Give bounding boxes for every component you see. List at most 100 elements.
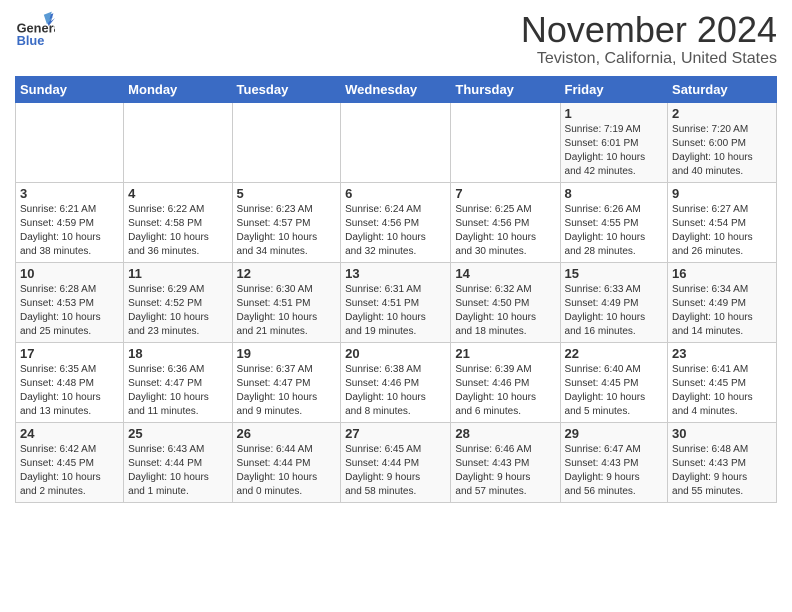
weekday-header-thursday: Thursday <box>451 76 560 102</box>
day-info: Sunrise: 6:28 AM Sunset: 4:53 PM Dayligh… <box>20 283 119 339</box>
logo: General Blue <box>15 10 55 50</box>
day-number: 29 <box>565 426 664 441</box>
day-cell <box>451 102 560 182</box>
day-number: 28 <box>455 426 555 441</box>
day-number: 16 <box>672 266 772 281</box>
day-info: Sunrise: 6:29 AM Sunset: 4:52 PM Dayligh… <box>128 283 227 339</box>
day-cell: 16 Sunrise: 6:34 AM Sunset: 4:49 PM Dayli… <box>668 262 777 342</box>
header: General Blue November 2024 Teviston, Cal… <box>15 10 777 68</box>
day-cell: 30Sunrise: 6:48 AM Sunset: 4:43 PM Dayli… <box>668 422 777 502</box>
day-info: Sunrise: 6:23 AM Sunset: 4:57 PM Dayligh… <box>237 203 337 259</box>
day-cell: 21 Sunrise: 6:39 AM Sunset: 4:46 PM Dayli… <box>451 342 560 422</box>
day-number: 4 <box>128 186 227 201</box>
day-info: Sunrise: 6:46 AM Sunset: 4:43 PM Dayligh… <box>455 443 555 499</box>
location: Teviston, California, United States <box>521 50 777 68</box>
day-info: Sunrise: 6:47 AM Sunset: 4:43 PM Dayligh… <box>565 443 664 499</box>
day-cell: 2 Sunrise: 7:20 AM Sunset: 6:00 PM Daylig… <box>668 102 777 182</box>
title-section: November 2024 Teviston, California, Unit… <box>521 10 777 68</box>
day-cell: 24Sunrise: 6:42 AM Sunset: 4:45 PM Dayli… <box>16 422 124 502</box>
day-info: Sunrise: 6:38 AM Sunset: 4:46 PM Dayligh… <box>345 363 446 419</box>
day-number: 21 <box>455 346 555 361</box>
day-cell: 26Sunrise: 6:44 AM Sunset: 4:44 PM Dayli… <box>232 422 341 502</box>
svg-text:Blue: Blue <box>17 33 45 48</box>
day-info: Sunrise: 7:20 AM Sunset: 6:00 PM Dayligh… <box>672 123 772 179</box>
month-title: November 2024 <box>521 10 777 50</box>
day-cell: 27 Sunrise: 6:45 AM Sunset: 4:44 PM Dayli… <box>341 422 451 502</box>
day-number: 2 <box>672 106 772 121</box>
day-cell: 22 Sunrise: 6:40 AM Sunset: 4:45 PM Dayli… <box>560 342 668 422</box>
day-cell: 19 Sunrise: 6:37 AM Sunset: 4:47 PM Dayli… <box>232 342 341 422</box>
weekday-header-friday: Friday <box>560 76 668 102</box>
day-cell <box>232 102 341 182</box>
day-number: 18 <box>128 346 227 361</box>
day-info: Sunrise: 6:39 AM Sunset: 4:46 PM Dayligh… <box>455 363 555 419</box>
day-number: 19 <box>237 346 337 361</box>
calendar: SundayMondayTuesdayWednesdayThursdayFrid… <box>15 76 777 503</box>
week-row-1: 1 Sunrise: 7:19 AM Sunset: 6:01 PM Daylig… <box>16 102 777 182</box>
day-number: 1 <box>565 106 664 121</box>
day-cell: 11 Sunrise: 6:29 AM Sunset: 4:52 PM Dayli… <box>124 262 232 342</box>
day-number: 23 <box>672 346 772 361</box>
day-cell: 13 Sunrise: 6:31 AM Sunset: 4:51 PM Dayli… <box>341 262 451 342</box>
day-cell: 29 Sunrise: 6:47 AM Sunset: 4:43 PM Dayli… <box>560 422 668 502</box>
day-number: 30 <box>672 426 772 441</box>
day-cell <box>124 102 232 182</box>
day-info: Sunrise: 6:24 AM Sunset: 4:56 PM Dayligh… <box>345 203 446 259</box>
day-info: Sunrise: 6:32 AM Sunset: 4:50 PM Dayligh… <box>455 283 555 339</box>
day-info: Sunrise: 6:25 AM Sunset: 4:56 PM Dayligh… <box>455 203 555 259</box>
day-number: 6 <box>345 186 446 201</box>
day-number: 25 <box>128 426 227 441</box>
day-cell: 3Sunrise: 6:21 AM Sunset: 4:59 PM Daylig… <box>16 182 124 262</box>
day-number: 26 <box>237 426 337 441</box>
day-cell: 6 Sunrise: 6:24 AM Sunset: 4:56 PM Daylig… <box>341 182 451 262</box>
day-number: 13 <box>345 266 446 281</box>
week-row-2: 3Sunrise: 6:21 AM Sunset: 4:59 PM Daylig… <box>16 182 777 262</box>
page: General Blue November 2024 Teviston, Cal… <box>0 0 792 612</box>
day-number: 9 <box>672 186 772 201</box>
weekday-header-saturday: Saturday <box>668 76 777 102</box>
day-info: Sunrise: 6:40 AM Sunset: 4:45 PM Dayligh… <box>565 363 664 419</box>
day-number: 17 <box>20 346 119 361</box>
day-number: 12 <box>237 266 337 281</box>
weekday-header-tuesday: Tuesday <box>232 76 341 102</box>
weekday-header-monday: Monday <box>124 76 232 102</box>
day-number: 5 <box>237 186 337 201</box>
day-cell: 5 Sunrise: 6:23 AM Sunset: 4:57 PM Daylig… <box>232 182 341 262</box>
day-cell: 17Sunrise: 6:35 AM Sunset: 4:48 PM Dayli… <box>16 342 124 422</box>
day-info: Sunrise: 6:37 AM Sunset: 4:47 PM Dayligh… <box>237 363 337 419</box>
week-row-3: 10 Sunrise: 6:28 AM Sunset: 4:53 PM Dayli… <box>16 262 777 342</box>
weekday-header-wednesday: Wednesday <box>341 76 451 102</box>
day-number: 20 <box>345 346 446 361</box>
day-cell: 23 Sunrise: 6:41 AM Sunset: 4:45 PM Dayli… <box>668 342 777 422</box>
day-cell: 10 Sunrise: 6:28 AM Sunset: 4:53 PM Dayli… <box>16 262 124 342</box>
day-cell <box>16 102 124 182</box>
day-number: 14 <box>455 266 555 281</box>
day-info: Sunrise: 6:33 AM Sunset: 4:49 PM Dayligh… <box>565 283 664 339</box>
day-cell: 9 Sunrise: 6:27 AM Sunset: 4:54 PM Daylig… <box>668 182 777 262</box>
day-info: Sunrise: 6:45 AM Sunset: 4:44 PM Dayligh… <box>345 443 446 499</box>
day-cell: 7 Sunrise: 6:25 AM Sunset: 4:56 PM Daylig… <box>451 182 560 262</box>
day-info: Sunrise: 7:19 AM Sunset: 6:01 PM Dayligh… <box>565 123 664 179</box>
day-cell: 8Sunrise: 6:26 AM Sunset: 4:55 PM Daylig… <box>560 182 668 262</box>
day-cell: 28 Sunrise: 6:46 AM Sunset: 4:43 PM Dayli… <box>451 422 560 502</box>
day-info: Sunrise: 6:36 AM Sunset: 4:47 PM Dayligh… <box>128 363 227 419</box>
day-cell: 20 Sunrise: 6:38 AM Sunset: 4:46 PM Dayli… <box>341 342 451 422</box>
day-number: 11 <box>128 266 227 281</box>
calendar-header: SundayMondayTuesdayWednesdayThursdayFrid… <box>16 76 777 102</box>
day-number: 7 <box>455 186 555 201</box>
calendar-body: 1 Sunrise: 7:19 AM Sunset: 6:01 PM Daylig… <box>16 102 777 502</box>
weekday-header-sunday: Sunday <box>16 76 124 102</box>
day-info: Sunrise: 6:31 AM Sunset: 4:51 PM Dayligh… <box>345 283 446 339</box>
day-number: 27 <box>345 426 446 441</box>
day-number: 22 <box>565 346 664 361</box>
day-info: Sunrise: 6:26 AM Sunset: 4:55 PM Dayligh… <box>565 203 664 259</box>
day-number: 10 <box>20 266 119 281</box>
day-cell: 18 Sunrise: 6:36 AM Sunset: 4:47 PM Dayli… <box>124 342 232 422</box>
day-cell: 14 Sunrise: 6:32 AM Sunset: 4:50 PM Dayli… <box>451 262 560 342</box>
day-info: Sunrise: 6:41 AM Sunset: 4:45 PM Dayligh… <box>672 363 772 419</box>
day-cell: 1 Sunrise: 7:19 AM Sunset: 6:01 PM Daylig… <box>560 102 668 182</box>
day-info: Sunrise: 6:34 AM Sunset: 4:49 PM Dayligh… <box>672 283 772 339</box>
weekday-row: SundayMondayTuesdayWednesdayThursdayFrid… <box>16 76 777 102</box>
day-number: 3 <box>20 186 119 201</box>
day-info: Sunrise: 6:27 AM Sunset: 4:54 PM Dayligh… <box>672 203 772 259</box>
